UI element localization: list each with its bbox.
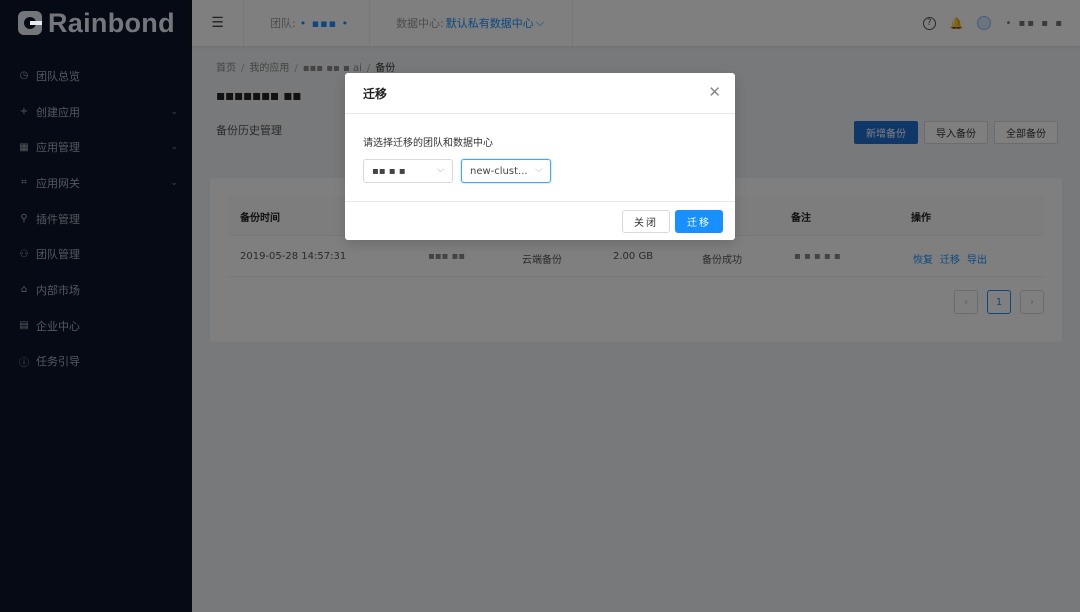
migrate-modal: 迁移 ✕ 请选择迁移的团队和数据中心 ▪▪ ▪ ▪ ⌵ new-clust...… (345, 73, 735, 240)
chevron-down-icon: ⌵ (437, 165, 444, 175)
chevron-down-icon: ⌵ (535, 165, 542, 175)
team-select[interactable]: ▪▪ ▪ ▪ ⌵ (363, 159, 453, 183)
close-icon[interactable]: ✕ (708, 85, 721, 100)
cluster-select-value: new-clust... (470, 165, 528, 177)
modal-footer: 关闭 迁移 (345, 201, 735, 240)
cluster-select[interactable]: new-clust... ⌵ (461, 159, 551, 183)
modal-title: 迁移 (363, 86, 388, 101)
close-button[interactable]: 关闭 (622, 210, 670, 233)
modal-body: 请选择迁移的团队和数据中心 ▪▪ ▪ ▪ ⌵ new-clust... ⌵ (345, 114, 735, 201)
modal-description: 请选择迁移的团队和数据中心 (363, 138, 493, 149)
migrate-confirm-button[interactable]: 迁移 (675, 210, 723, 233)
modal-header: 迁移 ✕ (345, 73, 735, 114)
team-select-value: ▪▪ ▪ ▪ (372, 165, 406, 177)
